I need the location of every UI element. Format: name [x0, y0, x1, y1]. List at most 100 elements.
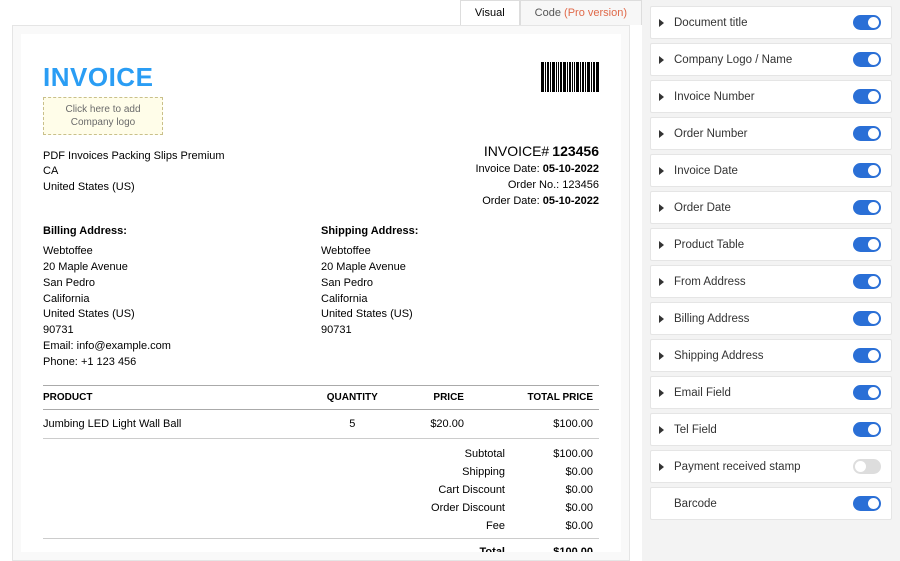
option-row[interactable]: From Address [650, 265, 892, 298]
option-toggle[interactable] [853, 163, 881, 178]
shipping-label: Shipping [385, 466, 505, 478]
chevron-right-icon [659, 500, 664, 508]
option-row[interactable]: Barcode [650, 487, 892, 520]
invoice-canvas: INVOICE Click here to add Company logo P… [21, 34, 621, 552]
billing-email-value: info@example.com [77, 340, 171, 352]
product-table[interactable]: PRODUCT QUANTITY PRICE TOTAL PRICE Jumbi… [43, 385, 599, 439]
fee-value: $0.00 [533, 520, 593, 532]
option-row[interactable]: Document title [650, 6, 892, 39]
document-title[interactable]: INVOICE [43, 62, 163, 93]
option-label: Document title [674, 17, 853, 29]
chevron-right-icon [659, 19, 664, 27]
cell-product: Jumbing LED Light Wall Ball [43, 410, 304, 439]
billing-street: 20 Maple Avenue [43, 260, 321, 276]
th-price: PRICE [400, 386, 463, 410]
order-date-label: Order Date: [482, 195, 539, 207]
option-row[interactable]: Invoice Date [650, 154, 892, 187]
option-toggle[interactable] [853, 126, 881, 141]
order-no-value: 123456 [562, 179, 599, 191]
option-label: Invoice Number [674, 91, 853, 103]
order-discount-value: $0.00 [533, 502, 593, 514]
option-row[interactable]: Tel Field [650, 413, 892, 446]
chevron-right-icon [659, 204, 664, 212]
billing-zip: 90731 [43, 323, 321, 339]
option-label: Company Logo / Name [674, 54, 853, 66]
company-logo-placeholder[interactable]: Click here to add Company logo [43, 97, 163, 135]
shipping-city: San Pedro [321, 276, 599, 292]
option-toggle[interactable] [853, 496, 881, 511]
fee-label: Fee [385, 520, 505, 532]
option-row[interactable]: Shipping Address [650, 339, 892, 372]
option-toggle[interactable] [853, 237, 881, 252]
cart-discount-value: $0.00 [533, 484, 593, 496]
option-row[interactable]: Payment received stamp [650, 450, 892, 483]
canvas-wrap: INVOICE Click here to add Company logo P… [12, 25, 630, 561]
option-toggle[interactable] [853, 89, 881, 104]
option-row[interactable]: Email Field [650, 376, 892, 409]
option-toggle[interactable] [853, 15, 881, 30]
shipping-country: United States (US) [321, 307, 599, 323]
chevron-right-icon [659, 389, 664, 397]
options-panel: Document title Company Logo / Name Invoice… [642, 0, 900, 561]
option-row[interactable]: Billing Address [650, 302, 892, 335]
option-row[interactable]: Order Date [650, 191, 892, 224]
totals-block[interactable]: Subtotal$100.00 Shipping$0.00 Cart Disco… [43, 445, 599, 552]
option-toggle[interactable] [853, 311, 881, 326]
invoice-meta[interactable]: INVOICE# 123456 Invoice Date: 05-10-2022… [475, 141, 599, 210]
order-date-value: 05-10-2022 [543, 195, 599, 207]
cell-total: $100.00 [464, 410, 599, 439]
option-label: Invoice Date [674, 165, 853, 177]
logo-placeholder-line1: Click here to add [56, 103, 150, 116]
tab-code[interactable]: Code (Pro version) [520, 0, 642, 25]
chevron-right-icon [659, 93, 664, 101]
cell-price: $20.00 [400, 410, 463, 439]
shipping-address[interactable]: Shipping Address: Webtoffee 20 Maple Ave… [321, 224, 599, 371]
chevron-right-icon [659, 130, 664, 138]
option-row[interactable]: Company Logo / Name [650, 43, 892, 76]
invoice-date-label: Invoice Date: [475, 163, 539, 175]
th-total: TOTAL PRICE [464, 386, 599, 410]
option-toggle[interactable] [853, 422, 881, 437]
invoice-number-value: 123456 [552, 143, 599, 159]
shipping-street: 20 Maple Avenue [321, 260, 599, 276]
chevron-right-icon [659, 352, 664, 360]
option-toggle[interactable] [853, 52, 881, 67]
billing-email-label: Email: [43, 340, 74, 352]
subtotal-value: $100.00 [533, 448, 593, 460]
tab-visual[interactable]: Visual [460, 0, 520, 25]
option-label: Order Date [674, 202, 853, 214]
option-label: Order Number [674, 128, 853, 140]
shipping-name: Webtoffee [321, 244, 599, 260]
option-toggle[interactable] [853, 385, 881, 400]
option-label: Shipping Address [674, 350, 853, 362]
from-address[interactable]: PDF Invoices Packing Slips Premium CA Un… [43, 149, 225, 195]
tab-code-label: Code [535, 7, 561, 19]
invoice-date-value: 05-10-2022 [543, 163, 599, 175]
option-toggle[interactable] [853, 200, 881, 215]
order-discount-label: Order Discount [385, 502, 505, 514]
option-toggle[interactable] [853, 348, 881, 363]
shipping-state: California [321, 292, 599, 308]
chevron-right-icon [659, 278, 664, 286]
shipping-zip: 90731 [321, 323, 599, 339]
total-value: $100.00 [533, 546, 593, 552]
option-row[interactable]: Invoice Number [650, 80, 892, 113]
table-header-row: PRODUCT QUANTITY PRICE TOTAL PRICE [43, 386, 599, 410]
billing-name: Webtoffee [43, 244, 321, 260]
billing-address[interactable]: Billing Address: Webtoffee 20 Maple Aven… [43, 224, 321, 371]
option-label: Barcode [674, 498, 853, 510]
chevron-right-icon [659, 167, 664, 175]
billing-city: San Pedro [43, 276, 321, 292]
option-label: Payment received stamp [674, 461, 853, 473]
total-label: Total [385, 546, 505, 552]
shipping-header: Shipping Address: [321, 224, 599, 240]
cell-qty: 5 [304, 410, 400, 439]
chevron-right-icon [659, 315, 664, 323]
option-toggle[interactable] [853, 274, 881, 289]
subtotal-label: Subtotal [385, 448, 505, 460]
billing-phone-label: Phone: [43, 356, 78, 368]
option-row[interactable]: Product Table [650, 228, 892, 261]
option-toggle[interactable] [853, 459, 881, 474]
chevron-right-icon [659, 241, 664, 249]
option-row[interactable]: Order Number [650, 117, 892, 150]
